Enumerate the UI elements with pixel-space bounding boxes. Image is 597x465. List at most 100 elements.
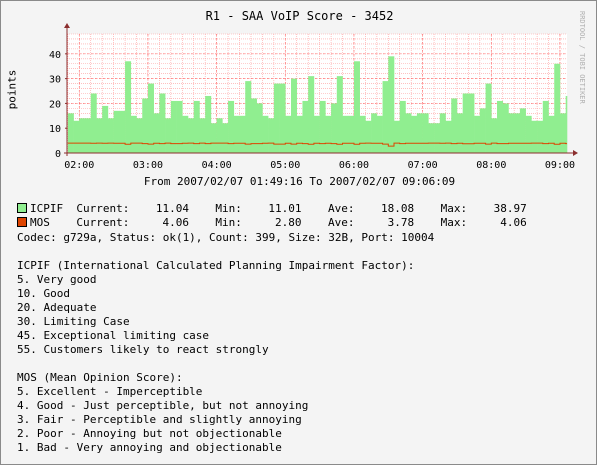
mos-swatch bbox=[17, 217, 27, 227]
icpif-bar bbox=[268, 118, 275, 153]
legend-icpif: ICPIF Current: 11.04 Min: 11.01 Ave: 18.… bbox=[17, 202, 527, 216]
icpif-bar bbox=[273, 83, 280, 153]
icpif-bar bbox=[376, 115, 383, 153]
icpif-bar bbox=[445, 120, 452, 153]
icpif-bar bbox=[399, 100, 406, 153]
icpif-bar bbox=[411, 115, 418, 153]
mos-item: 4. Good - Just perceptible, but not anno… bbox=[17, 399, 309, 412]
icpif-bar bbox=[153, 113, 160, 153]
icpif-bar bbox=[250, 98, 257, 153]
icpif-bar bbox=[216, 118, 223, 153]
icpif-bar bbox=[142, 98, 149, 153]
legend-icpif-text: ICPIF Current: 11.04 Min: 11.01 Ave: 18.… bbox=[30, 202, 527, 215]
icpif-bar bbox=[96, 118, 103, 153]
icpif-bar bbox=[73, 120, 80, 153]
icpif-heading: ICPIF (International Calculated Planning… bbox=[17, 259, 415, 272]
icpif-bar bbox=[456, 113, 463, 153]
icpif-bar bbox=[90, 93, 97, 153]
icpif-bar bbox=[537, 120, 544, 153]
mos-heading: MOS (Mean Opinion Score): bbox=[17, 371, 183, 384]
icpif-item: 20. Adequate bbox=[17, 301, 97, 314]
icpif-bar bbox=[565, 95, 568, 153]
icpif-item: 5. Very good bbox=[17, 273, 97, 286]
icpif-bar bbox=[416, 113, 423, 153]
icpif-bar bbox=[388, 56, 395, 153]
icpif-bar bbox=[342, 115, 349, 153]
icpif-bar bbox=[479, 108, 486, 153]
icpif-bar bbox=[102, 105, 109, 153]
icpif-bar bbox=[394, 120, 401, 153]
icpif-bar bbox=[182, 115, 189, 153]
x-tick-label: 06:00 bbox=[339, 160, 369, 171]
icpif-bar bbox=[79, 118, 86, 153]
icpif-bar bbox=[382, 81, 389, 153]
y-tick-label: 10 bbox=[49, 124, 61, 135]
icpif-bar bbox=[491, 118, 498, 153]
icpif-bar bbox=[296, 115, 303, 153]
y-tick-label: 30 bbox=[49, 75, 61, 86]
icpif-bar bbox=[193, 100, 200, 153]
icpif-bar bbox=[525, 115, 532, 153]
icpif-item: 55. Customers likely to react strongly bbox=[17, 343, 269, 356]
icpif-bar bbox=[313, 115, 320, 153]
y-axis-arrow bbox=[64, 23, 70, 28]
icpif-bar bbox=[119, 110, 126, 153]
icpif-bar bbox=[147, 83, 154, 153]
y-tick-label: 0 bbox=[55, 149, 61, 160]
icpif-bar bbox=[262, 115, 269, 153]
icpif-bar bbox=[514, 113, 521, 153]
icpif-bar bbox=[233, 115, 240, 153]
x-tick-label: 07:00 bbox=[408, 160, 438, 171]
icpif-bar bbox=[256, 103, 263, 153]
icpif-bar bbox=[548, 115, 555, 153]
icpif-bar bbox=[336, 76, 343, 153]
icpif-bar bbox=[365, 120, 372, 153]
legend-mos: MOS Current: 4.06 Min: 2.80 Ave: 3.78 Ma… bbox=[17, 216, 527, 230]
icpif-bar bbox=[85, 118, 92, 153]
icpif-bar bbox=[559, 113, 566, 153]
icpif-bar bbox=[210, 123, 217, 153]
icpif-item: 45. Exceptional limiting case bbox=[17, 329, 210, 342]
icpif-bar bbox=[291, 78, 298, 153]
icpif-bar bbox=[331, 103, 338, 153]
icpif-bar bbox=[136, 118, 143, 153]
x-tick-label: 03:00 bbox=[133, 160, 163, 171]
x-tick-label: 04:00 bbox=[202, 160, 232, 171]
y-tick-label: 40 bbox=[49, 50, 61, 61]
icpif-bar bbox=[474, 115, 481, 153]
icpif-bar bbox=[308, 76, 315, 153]
icpif-bar bbox=[67, 113, 74, 153]
icpif-bar bbox=[451, 98, 458, 153]
icpif-bar bbox=[107, 118, 114, 153]
icpif-bar bbox=[348, 115, 355, 153]
icpif-swatch bbox=[17, 203, 27, 213]
x-tick-label: 02:00 bbox=[64, 160, 94, 171]
icpif-bar bbox=[434, 123, 441, 153]
icpif-bar bbox=[245, 81, 252, 153]
icpif-bar bbox=[188, 118, 195, 153]
legend-mos-text: MOS Current: 4.06 Min: 2.80 Ave: 3.78 Ma… bbox=[30, 216, 527, 229]
icpif-bar bbox=[228, 100, 235, 153]
icpif-bar bbox=[170, 100, 177, 153]
icpif-bar bbox=[113, 110, 120, 153]
icpif-bar bbox=[130, 115, 137, 153]
x-tick-label: 09:00 bbox=[545, 160, 575, 171]
plot-area: 0 10 20 30 40 02:00 03:00 04:00 05:00 06:00 07:00 0… bbox=[49, 23, 578, 171]
icpif-bar bbox=[176, 100, 183, 153]
icpif-item: 30. Limiting Case bbox=[17, 315, 130, 328]
icpif-bar bbox=[508, 113, 515, 153]
graph-canvas: R1 - SAA VoIP Score - 3452 RRDTOOL / TOB… bbox=[0, 0, 597, 465]
icpif-bar bbox=[239, 115, 246, 153]
time-range: From 2007/02/07 01:49:16 To 2007/02/07 0… bbox=[143, 175, 456, 188]
icpif-bar bbox=[302, 100, 309, 153]
icpif-bar bbox=[371, 113, 378, 153]
icpif-bar bbox=[125, 61, 132, 154]
icpif-bar bbox=[353, 61, 360, 154]
icpif-bar bbox=[165, 118, 172, 153]
x-tick-label: 05:00 bbox=[270, 160, 300, 171]
icpif-bar bbox=[485, 83, 492, 153]
mos-item: 1. Bad - Very annoying and objectionable bbox=[17, 441, 282, 454]
icpif-item: 10. Good bbox=[17, 287, 70, 300]
x-tick-label: 08:00 bbox=[476, 160, 506, 171]
icpif-bar bbox=[554, 63, 561, 153]
